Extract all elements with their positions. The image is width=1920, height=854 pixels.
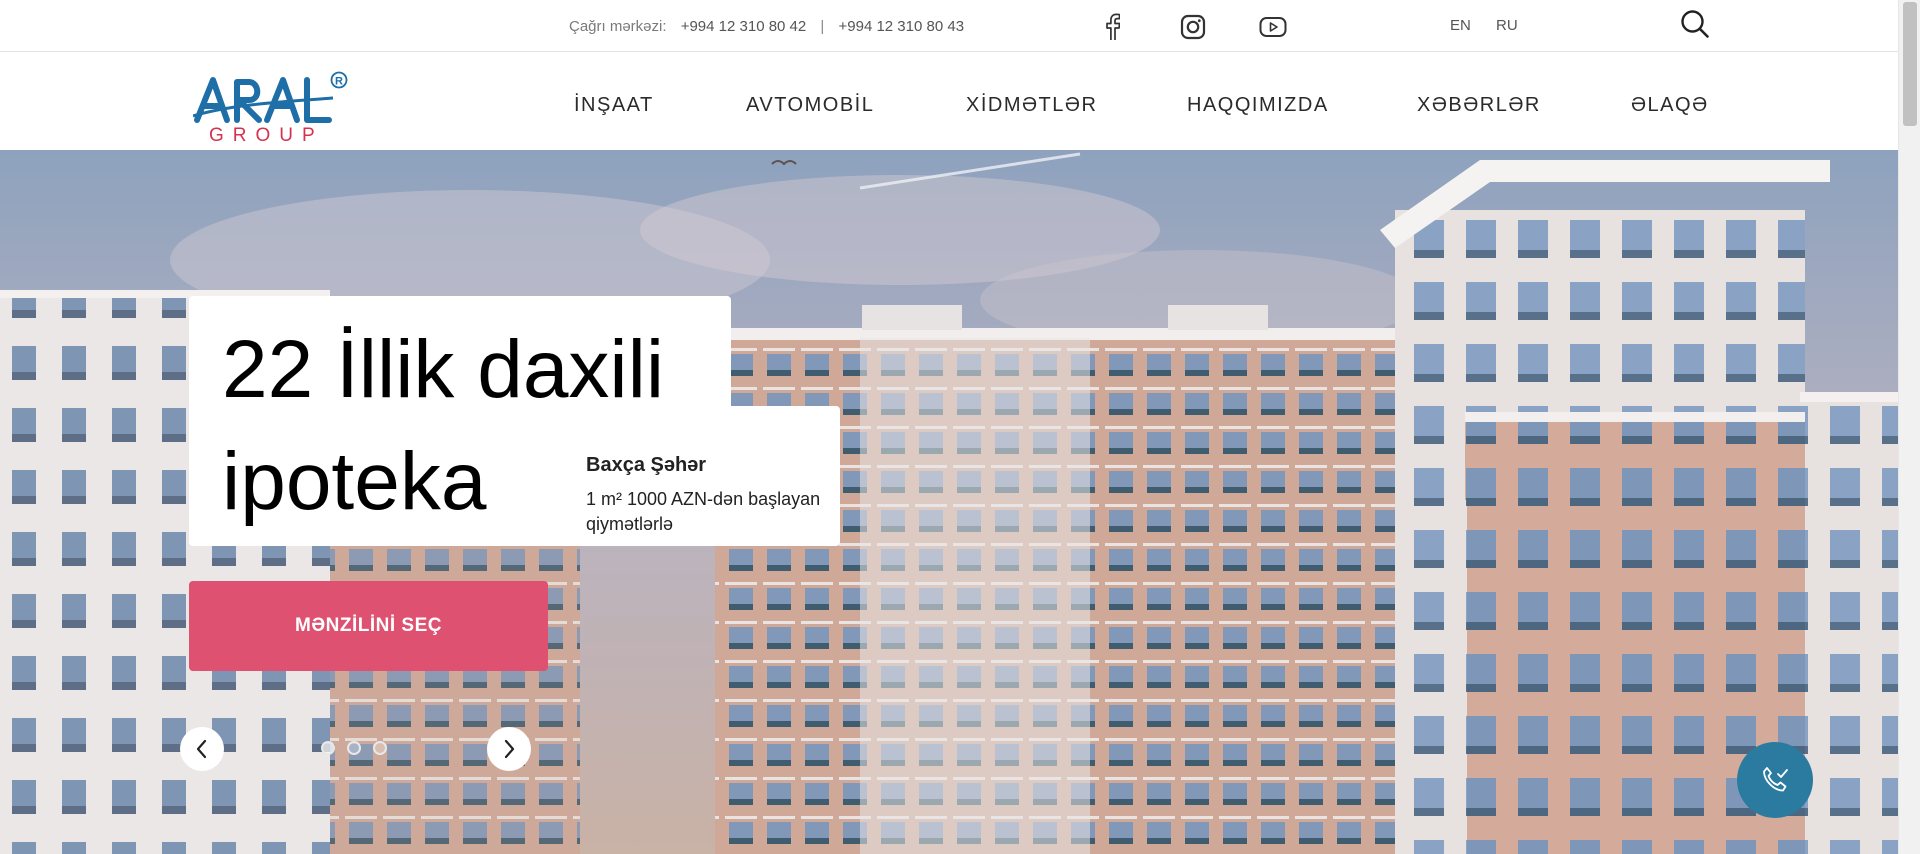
choose-apartment-button[interactable]: MƏNZİLİNİ SEÇ <box>189 581 548 671</box>
slider-dot-3[interactable] <box>373 741 387 755</box>
logo-group-text: GROUP <box>209 125 324 143</box>
project-info-box: Baxça Şəhər 1 m² 1000 AZN-dən başlayan q… <box>566 406 840 546</box>
phone-call-icon <box>1763 767 1788 792</box>
main-navigation: GROUP R İNŞAAT AVTOMOBİL XİDMƏTLƏR HAQQI… <box>0 53 1898 150</box>
nav-item-xidmetler[interactable]: XİDMƏTLƏR <box>966 94 1097 117</box>
phone-separator: | <box>820 18 825 35</box>
project-name: Baxça Şəhər <box>586 454 707 476</box>
phone-number-1[interactable]: +994 12 310 80 42 <box>681 18 807 35</box>
language-en[interactable]: EN <box>1450 17 1471 34</box>
hero-slider: 22 İllik daxili ipoteka Baxça Şəhər 1 m²… <box>0 150 1898 854</box>
nav-item-elaqe[interactable]: ƏLAQƏ <box>1631 94 1709 117</box>
language-ru[interactable]: RU <box>1496 17 1518 34</box>
instagram-icon[interactable] <box>1178 12 1208 42</box>
aral-group-logo[interactable]: GROUP R <box>192 68 353 146</box>
slider-prev-button[interactable] <box>180 727 224 771</box>
nav-item-insaat[interactable]: İNŞAAT <box>574 94 654 117</box>
youtube-icon[interactable] <box>1258 12 1288 42</box>
call-center-info: Çağrı mərkəzi: +994 12 310 80 42 | +994 … <box>569 18 964 35</box>
svg-text:R: R <box>335 76 343 88</box>
search-icon[interactable] <box>1680 9 1710 39</box>
facebook-icon[interactable] <box>1097 12 1127 42</box>
project-price-text: 1 m² 1000 AZN-dən başlayan qiymətlərlə <box>586 489 821 534</box>
slider-dot-2[interactable] <box>347 741 361 755</box>
call-back-button[interactable] <box>1737 742 1813 818</box>
nav-item-xeberler[interactable]: XƏBƏRLƏR <box>1417 94 1541 117</box>
nav-item-avtomobil[interactable]: AVTOMOBİL <box>746 94 874 117</box>
page-scrollbar[interactable] <box>1898 0 1920 854</box>
phone-number-2[interactable]: +994 12 310 80 43 <box>839 18 965 35</box>
slider-next-button[interactable] <box>487 727 531 771</box>
chevron-left-icon <box>196 739 207 759</box>
nav-item-haqqimizda[interactable]: HAQQIMIZDA <box>1187 94 1329 117</box>
slider-dot-1[interactable] <box>321 741 335 755</box>
scrollbar-thumb[interactable] <box>1903 2 1917 126</box>
chevron-right-icon <box>504 739 515 759</box>
top-bar: Çağrı mərkəzi: +994 12 310 80 42 | +994 … <box>0 0 1898 52</box>
call-center-label: Çağrı mərkəzi: <box>569 18 667 35</box>
